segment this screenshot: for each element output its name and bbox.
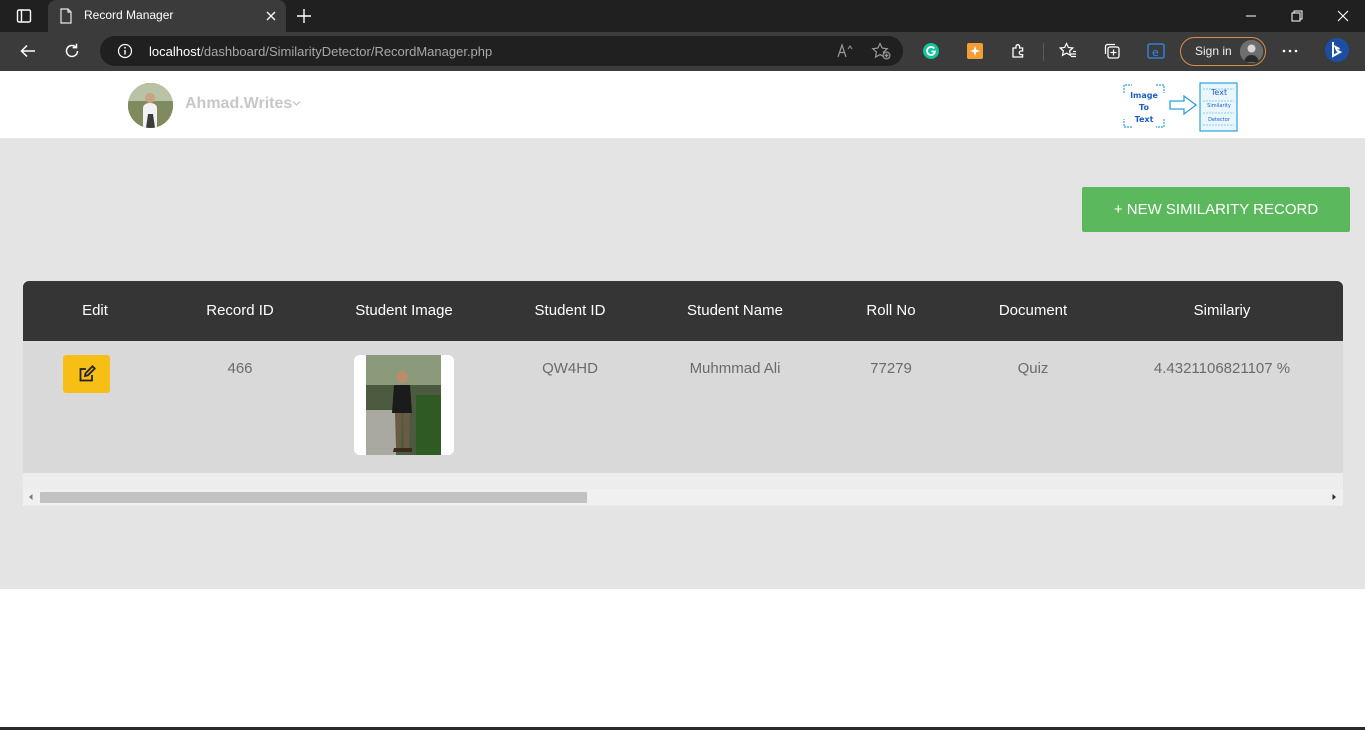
minimize-window-icon[interactable]: [1228, 0, 1274, 32]
student-image: [354, 355, 454, 455]
cell-record-id: 466: [227, 360, 253, 377]
column-header-record-id: Record ID: [206, 302, 274, 319]
tab-actions-icon[interactable]: [6, 4, 42, 28]
table-row: 466 QW4HD Muhmmad Ali 77279 Quiz 4.43211…: [23, 341, 1343, 473]
toolbar-divider: [1043, 43, 1044, 61]
tab-title: Record Manager: [84, 8, 174, 22]
logo-left-line-2: To: [1139, 103, 1149, 112]
logo-right-line-2: Similarity: [1207, 103, 1231, 109]
browser-tab-bar: Record Manager: [0, 0, 1365, 32]
internet-explorer-mode-icon[interactable]: e: [1141, 36, 1171, 66]
app-logo: Image To Text Text Similarity Detector: [1123, 82, 1238, 132]
avatar-icon: [1240, 40, 1263, 63]
url-host: localhost: [149, 44, 201, 59]
column-header-student-name: Student Name: [687, 302, 783, 319]
cell-student-name: Muhmmad Ali: [689, 360, 781, 377]
column-header-student-id: Student ID: [534, 302, 606, 319]
collections-icon[interactable]: [1097, 36, 1127, 66]
cell-student-id: QW4HD: [542, 360, 598, 377]
records-table: Edit Record ID Student Image Student ID …: [23, 281, 1343, 506]
add-favorite-icon[interactable]: [871, 42, 891, 60]
browser-toolbar: localhost/dashboard/SimilarityDetector/R…: [0, 32, 1365, 71]
cell-document: Quiz: [1017, 360, 1049, 377]
extensions-puzzle-icon[interactable]: [1004, 36, 1034, 66]
cell-roll-no: 77279: [870, 360, 912, 377]
column-header-similarity: Similariy: [1193, 302, 1251, 319]
column-header-student-image: Student Image: [355, 302, 453, 319]
page-icon: [60, 8, 72, 24]
favorites-icon[interactable]: [1053, 36, 1083, 66]
logo-left-line-3: Text: [1135, 115, 1154, 124]
logo-left-line-1: Image: [1130, 91, 1158, 100]
edit-record-button[interactable]: [63, 355, 110, 393]
back-arrow-icon[interactable]: [13, 36, 43, 66]
bing-copilot-icon[interactable]: [1322, 35, 1352, 65]
site-header: Ahmad.Writes Image To Text Text Similari…: [0, 71, 1365, 139]
extension-orange-icon[interactable]: [960, 36, 990, 66]
profile-avatar[interactable]: [128, 83, 173, 128]
svg-text:e: e: [1152, 46, 1159, 59]
grammarly-icon[interactable]: [916, 36, 946, 66]
new-tab-icon[interactable]: [294, 6, 314, 26]
column-header-document: Document: [998, 302, 1068, 319]
column-header-edit: Edit: [82, 302, 108, 319]
cell-similarity: 4.4321106821107 %: [1153, 360, 1291, 377]
close-window-icon[interactable]: [1320, 0, 1365, 32]
url-text[interactable]: localhost/dashboard/SimilarityDetector/R…: [149, 44, 492, 59]
logo-right-line-3: Detector: [1208, 117, 1231, 123]
browser-tab-active[interactable]: Record Manager: [48, 0, 286, 32]
logo-right-line-1: Text: [1210, 88, 1227, 97]
sign-in-label: Sign in: [1195, 44, 1232, 58]
edit-icon: [79, 365, 96, 382]
restore-window-icon[interactable]: [1274, 0, 1320, 32]
close-tab-icon[interactable]: [264, 9, 278, 23]
more-menu-icon[interactable]: [1275, 36, 1305, 66]
profile-name[interactable]: Ahmad.Writes: [185, 95, 292, 113]
site-info-icon[interactable]: [117, 43, 133, 59]
scroll-left-arrow-icon[interactable]: [27, 493, 35, 501]
column-header-roll-no: Roll No: [866, 302, 916, 319]
scroll-right-arrow-icon[interactable]: [1330, 493, 1338, 501]
address-bar[interactable]: localhost/dashboard/SimilarityDetector/R…: [100, 36, 903, 66]
sign-in-button[interactable]: Sign in: [1180, 37, 1266, 66]
table-header: Edit Record ID Student Image Student ID …: [23, 281, 1343, 341]
scrollbar-thumb[interactable]: [40, 492, 587, 503]
new-similarity-record-button[interactable]: + NEW SIMILARITY RECORD: [1082, 187, 1350, 232]
horizontal-scrollbar[interactable]: [23, 489, 1343, 505]
refresh-icon[interactable]: [57, 36, 87, 66]
url-path: /dashboard/SimilarityDetector/RecordMana…: [200, 44, 493, 59]
read-aloud-icon[interactable]: [836, 43, 854, 59]
main-content: + NEW SIMILARITY RECORD Edit Record ID S…: [0, 139, 1365, 589]
chevron-down-icon[interactable]: [292, 100, 301, 107]
